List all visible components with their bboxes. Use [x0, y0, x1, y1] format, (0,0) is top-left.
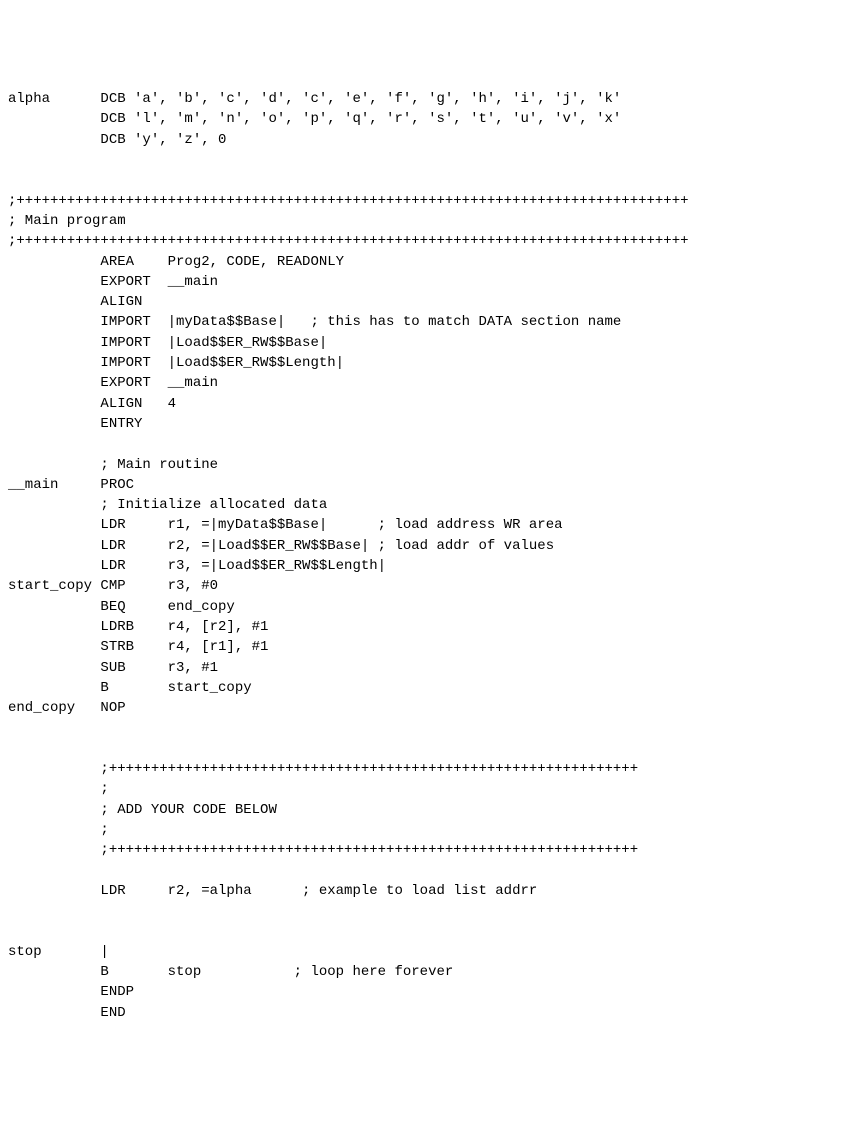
- code-line: B start_copy: [8, 678, 839, 698]
- code-line: B stop ; loop here forever: [8, 962, 839, 982]
- code-line: ENTRY: [8, 414, 839, 434]
- code-line: [8, 150, 839, 170]
- code-line: stop |: [8, 942, 839, 962]
- code-line: IMPORT |Load$$ER_RW$$Base|: [8, 333, 839, 353]
- code-line: LDR r3, =|Load$$ER_RW$$Length|: [8, 556, 839, 576]
- code-line: ;: [8, 820, 839, 840]
- code-line: LDRB r4, [r2], #1: [8, 617, 839, 637]
- code-line: ;+++++++++++++++++++++++++++++++++++++++…: [8, 231, 839, 251]
- code-line: STRB r4, [r1], #1: [8, 637, 839, 657]
- code-line: ;+++++++++++++++++++++++++++++++++++++++…: [8, 759, 839, 779]
- code-line: ; Main program: [8, 211, 839, 231]
- code-line: alpha DCB 'a', 'b', 'c', 'd', 'c', 'e', …: [8, 89, 839, 109]
- code-line: ENDP: [8, 982, 839, 1002]
- code-line: IMPORT |Load$$ER_RW$$Length|: [8, 353, 839, 373]
- code-line: DCB 'y', 'z', 0: [8, 130, 839, 150]
- code-line: IMPORT |myData$$Base| ; this has to matc…: [8, 312, 839, 332]
- code-line: [8, 434, 839, 454]
- code-line: ALIGN 4: [8, 394, 839, 414]
- code-listing: alpha DCB 'a', 'b', 'c', 'd', 'c', 'e', …: [8, 89, 839, 1023]
- code-line: ; Initialize allocated data: [8, 495, 839, 515]
- code-line: EXPORT __main: [8, 272, 839, 292]
- code-line: [8, 170, 839, 190]
- code-line: DCB 'l', 'm', 'n', 'o', 'p', 'q', 'r', '…: [8, 109, 839, 129]
- code-line: END: [8, 1003, 839, 1023]
- code-line: ;: [8, 779, 839, 799]
- code-line: [8, 901, 839, 921]
- code-line: AREA Prog2, CODE, READONLY: [8, 252, 839, 272]
- code-line: start_copy CMP r3, #0: [8, 576, 839, 596]
- code-line: __main PROC: [8, 475, 839, 495]
- code-line: BEQ end_copy: [8, 597, 839, 617]
- code-line: ;+++++++++++++++++++++++++++++++++++++++…: [8, 191, 839, 211]
- code-line: [8, 739, 839, 759]
- code-line: [8, 921, 839, 941]
- code-line: end_copy NOP: [8, 698, 839, 718]
- code-line: EXPORT __main: [8, 373, 839, 393]
- code-line: [8, 860, 839, 880]
- code-line: ALIGN: [8, 292, 839, 312]
- code-line: ;+++++++++++++++++++++++++++++++++++++++…: [8, 840, 839, 860]
- code-line: LDR r2, =|Load$$ER_RW$$Base| ; load addr…: [8, 536, 839, 556]
- code-line: LDR r1, =|myData$$Base| ; load address W…: [8, 515, 839, 535]
- code-line: [8, 718, 839, 738]
- code-line: LDR r2, =alpha ; example to load list ad…: [8, 881, 839, 901]
- code-line: ; ADD YOUR CODE BELOW: [8, 800, 839, 820]
- code-line: ; Main routine: [8, 455, 839, 475]
- code-line: SUB r3, #1: [8, 658, 839, 678]
